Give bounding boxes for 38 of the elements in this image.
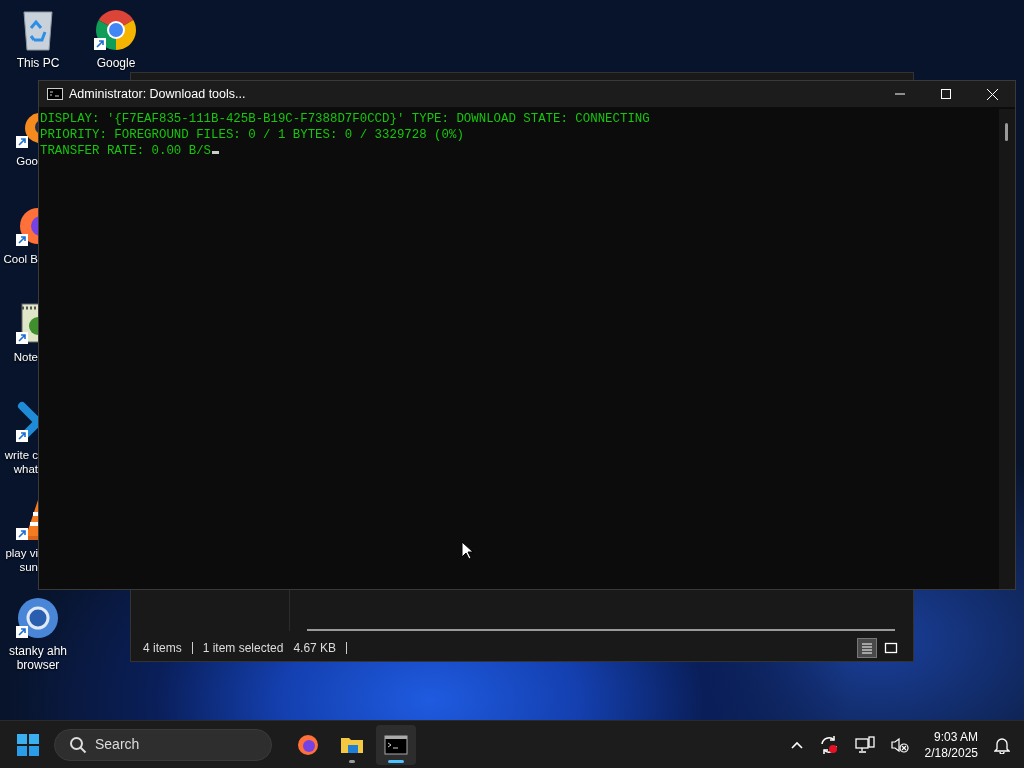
desktop-icon-label[interactable]: This PC — [16, 56, 60, 70]
fox-globe-icon — [296, 732, 320, 757]
clock-time[interactable]: 9:03 AM — [924, 728, 978, 745]
status-text: 1 item selected — [202, 640, 284, 657]
status-text: 4 items — [143, 640, 182, 657]
details-view-icon — [859, 640, 875, 656]
horizontal-scrollbar[interactable] — [307, 629, 895, 631]
window-title: Administrator: Download tools... — [69, 85, 246, 103]
console-output-line: TRANSFER RATE: 0.00 B/S — [40, 144, 212, 158]
desktop-icon-label[interactable]: Goo — [16, 154, 38, 168]
desktop-icon-label[interactable]: Cool B — [3, 252, 38, 266]
console-output-line: PRIORITY: FOREGROUND FILES: 0 / 1 BYTES: 0 / 3329728 (0%) — [40, 128, 464, 142]
mouse-pointer-icon — [461, 541, 473, 560]
desktop-icon-label[interactable]: play vi sun — [5, 546, 38, 574]
console-icon — [47, 88, 63, 100]
notification-bell-icon[interactable] — [994, 735, 1010, 754]
large-icons-view-icon — [883, 640, 899, 656]
windows-logo-icon — [16, 732, 40, 757]
status-text: 4.67 KB — [293, 640, 337, 657]
search-field[interactable]: Search — [95, 734, 245, 755]
desktop-icon-label[interactable]: stanky ahh browser — [8, 644, 67, 672]
vertical-scrollbar[interactable] — [999, 109, 1015, 589]
clock-date[interactable]: 2/18/2025 — [924, 744, 978, 761]
chevron-up-icon[interactable] — [790, 740, 803, 749]
console-output-line: DISPLAY: '{F7EAF835-111B-425B-B19C-F7388D7F0CCD}' TYPE: DOWNLOAD STATE: CONNECTING — [40, 112, 650, 126]
console-icon — [384, 732, 408, 757]
search-bar[interactable]: Search — [54, 728, 272, 761]
desktop-icon-label[interactable]: Google — [96, 56, 136, 70]
desktop-icon-label[interactable]: write c what — [4, 448, 38, 476]
sync-icon[interactable] — [818, 734, 839, 755]
close-icon — [986, 88, 998, 100]
desktop-icon-label[interactable]: Note — [13, 350, 38, 364]
taskbar-app-button[interactable] — [376, 724, 416, 765]
speaker-muted-icon[interactable] — [890, 736, 909, 753]
details-view-button[interactable] — [857, 638, 877, 658]
maximize-icon — [941, 89, 951, 99]
network-icon[interactable] — [854, 735, 875, 754]
search-icon — [69, 735, 87, 754]
